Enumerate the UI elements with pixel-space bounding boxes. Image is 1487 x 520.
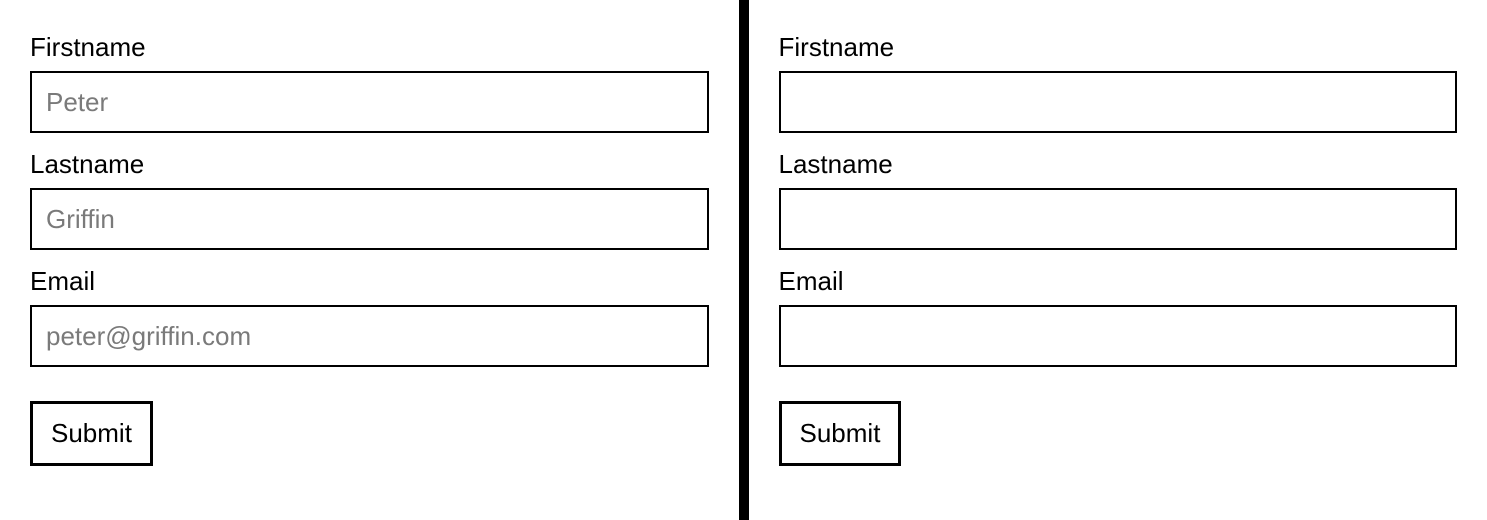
firstname-field: Firstname	[30, 32, 709, 133]
email-field: Email	[30, 266, 709, 367]
lastname-label: Lastname	[30, 149, 709, 180]
email-field: Email	[779, 266, 1458, 367]
email-input[interactable]	[30, 305, 709, 367]
lastname-field: Lastname	[30, 149, 709, 250]
firstname-field: Firstname	[779, 32, 1458, 133]
firstname-input[interactable]	[779, 71, 1458, 133]
left-form-panel: Firstname Lastname Email Submit	[0, 0, 739, 520]
submit-button[interactable]: Submit	[779, 401, 902, 466]
right-form-panel: Firstname Lastname Email Submit	[749, 0, 1487, 520]
lastname-input[interactable]	[30, 188, 709, 250]
submit-button[interactable]: Submit	[30, 401, 153, 466]
email-input[interactable]	[779, 305, 1458, 367]
lastname-label: Lastname	[779, 149, 1458, 180]
email-label: Email	[30, 266, 709, 297]
firstname-input[interactable]	[30, 71, 709, 133]
vertical-divider	[739, 0, 749, 520]
lastname-input[interactable]	[779, 188, 1458, 250]
lastname-field: Lastname	[779, 149, 1458, 250]
firstname-label: Firstname	[779, 32, 1458, 63]
email-label: Email	[779, 266, 1458, 297]
firstname-label: Firstname	[30, 32, 709, 63]
